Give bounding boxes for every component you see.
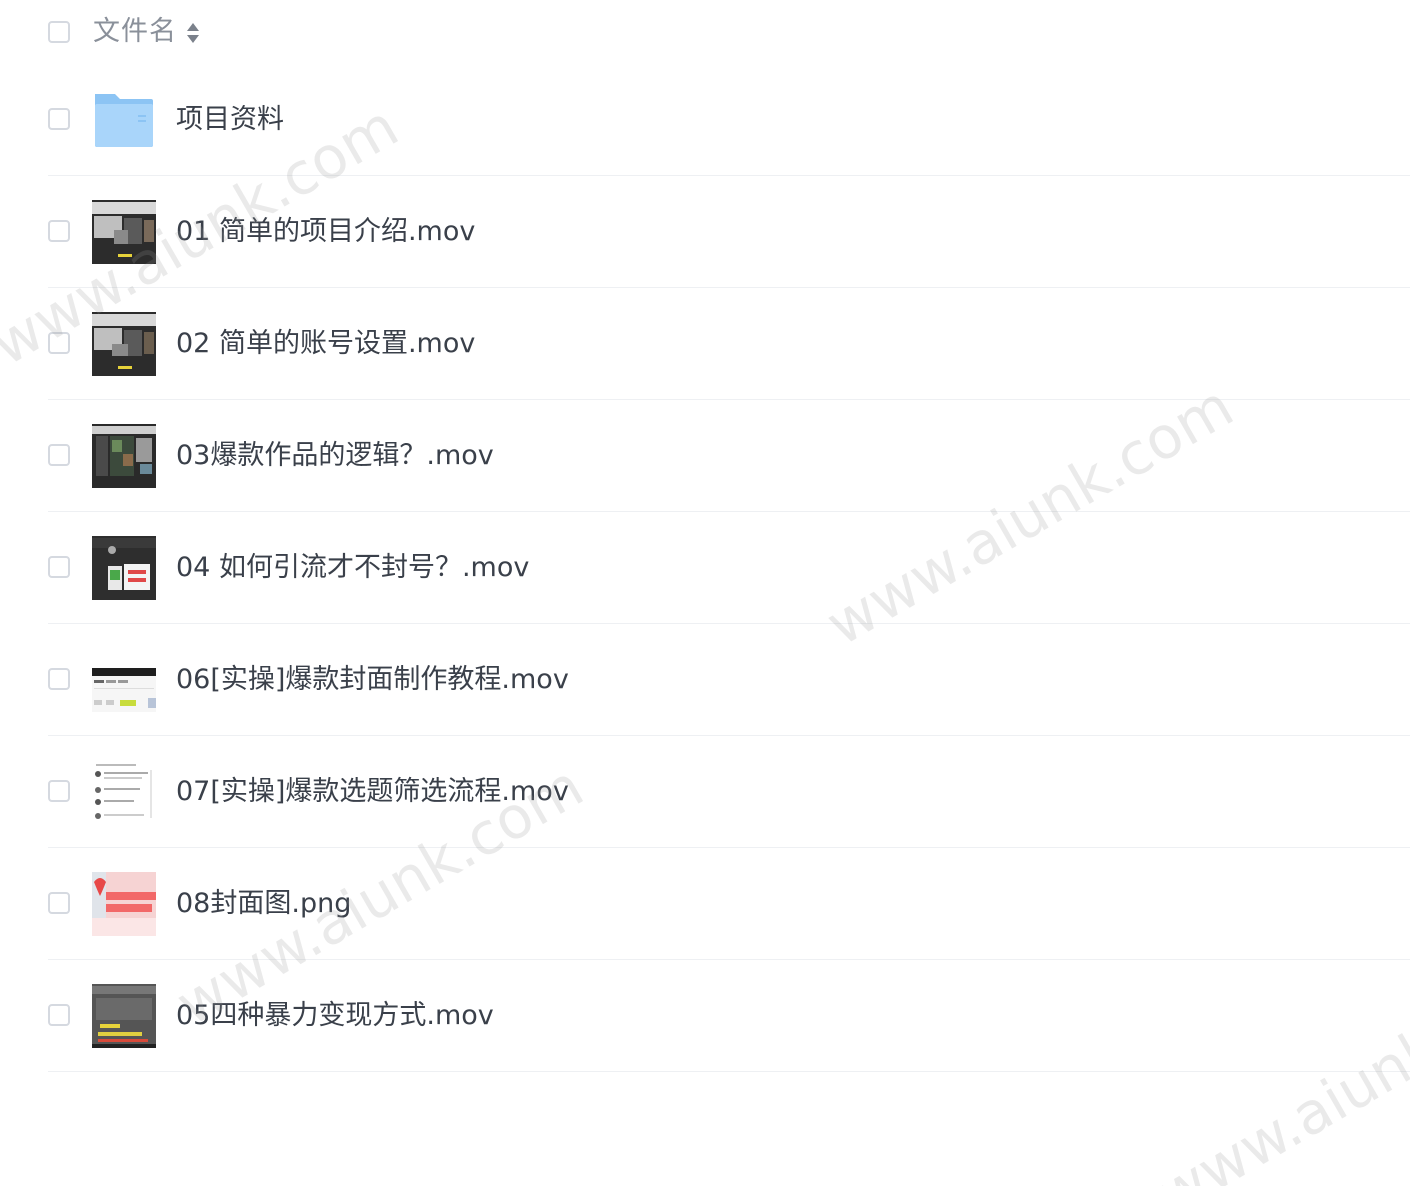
file-row[interactable]: 05四种暴力变现方式.mov — [48, 960, 1410, 1072]
select-all-checkbox[interactable] — [48, 21, 70, 43]
file-name[interactable]: 项目资料 — [176, 100, 284, 140]
file-name[interactable]: 06[实操]爆款封面制作教程.mov — [176, 660, 569, 700]
file-name[interactable]: 01 简单的项目介绍.mov — [176, 212, 475, 252]
video-thumbnail — [92, 200, 156, 264]
file-row[interactable]: 08封面图.png — [48, 848, 1410, 960]
file-row[interactable]: 06[实操]爆款封面制作教程.mov — [48, 624, 1410, 736]
video-thumbnail — [92, 536, 156, 600]
video-thumbnail — [92, 312, 156, 376]
file-name[interactable]: 02 简单的账号设置.mov — [176, 324, 475, 364]
folder-icon — [95, 94, 153, 147]
row-checkbox[interactable] — [48, 108, 70, 130]
file-row[interactable]: 04 如何引流才不封号？.mov — [48, 512, 1410, 624]
file-name[interactable]: 07[实操]爆款选题筛选流程.mov — [176, 772, 569, 812]
row-checkbox[interactable] — [48, 556, 70, 578]
file-row[interactable]: 07[实操]爆款选题筛选流程.mov — [48, 736, 1410, 848]
video-thumbnail — [92, 984, 156, 1048]
file-list-page: 文件名 项目资料 01 简单的项目介绍.mov 02 简单的账号设置.mov 0… — [0, 0, 1410, 1186]
file-name[interactable]: 03爆款作品的逻辑？.mov — [176, 436, 494, 476]
row-checkbox[interactable] — [48, 220, 70, 242]
row-checkbox[interactable] — [48, 444, 70, 466]
file-row[interactable]: 项目资料 — [48, 64, 1410, 176]
filename-column-header[interactable]: 文件名 — [93, 14, 177, 50]
image-thumbnail — [92, 872, 156, 936]
video-thumbnail — [92, 424, 156, 488]
video-thumbnail — [92, 648, 156, 712]
row-checkbox[interactable] — [48, 1004, 70, 1026]
row-checkbox[interactable] — [48, 668, 70, 690]
file-row[interactable]: 02 简单的账号设置.mov — [48, 288, 1410, 400]
sort-updown-icon[interactable] — [186, 21, 200, 45]
file-name[interactable]: 08封面图.png — [176, 884, 351, 924]
file-list-header: 文件名 — [48, 0, 1410, 64]
row-checkbox[interactable] — [48, 780, 70, 802]
file-row[interactable]: 03爆款作品的逻辑？.mov — [48, 400, 1410, 512]
file-name[interactable]: 05四种暴力变现方式.mov — [176, 996, 494, 1036]
file-name[interactable]: 04 如何引流才不封号？.mov — [176, 548, 529, 588]
file-row[interactable]: 01 简单的项目介绍.mov — [48, 176, 1410, 288]
row-checkbox[interactable] — [48, 892, 70, 914]
file-list: 项目资料 01 简单的项目介绍.mov 02 简单的账号设置.mov 03爆款作… — [48, 64, 1410, 1072]
video-thumbnail — [92, 760, 156, 824]
row-checkbox[interactable] — [48, 332, 70, 354]
